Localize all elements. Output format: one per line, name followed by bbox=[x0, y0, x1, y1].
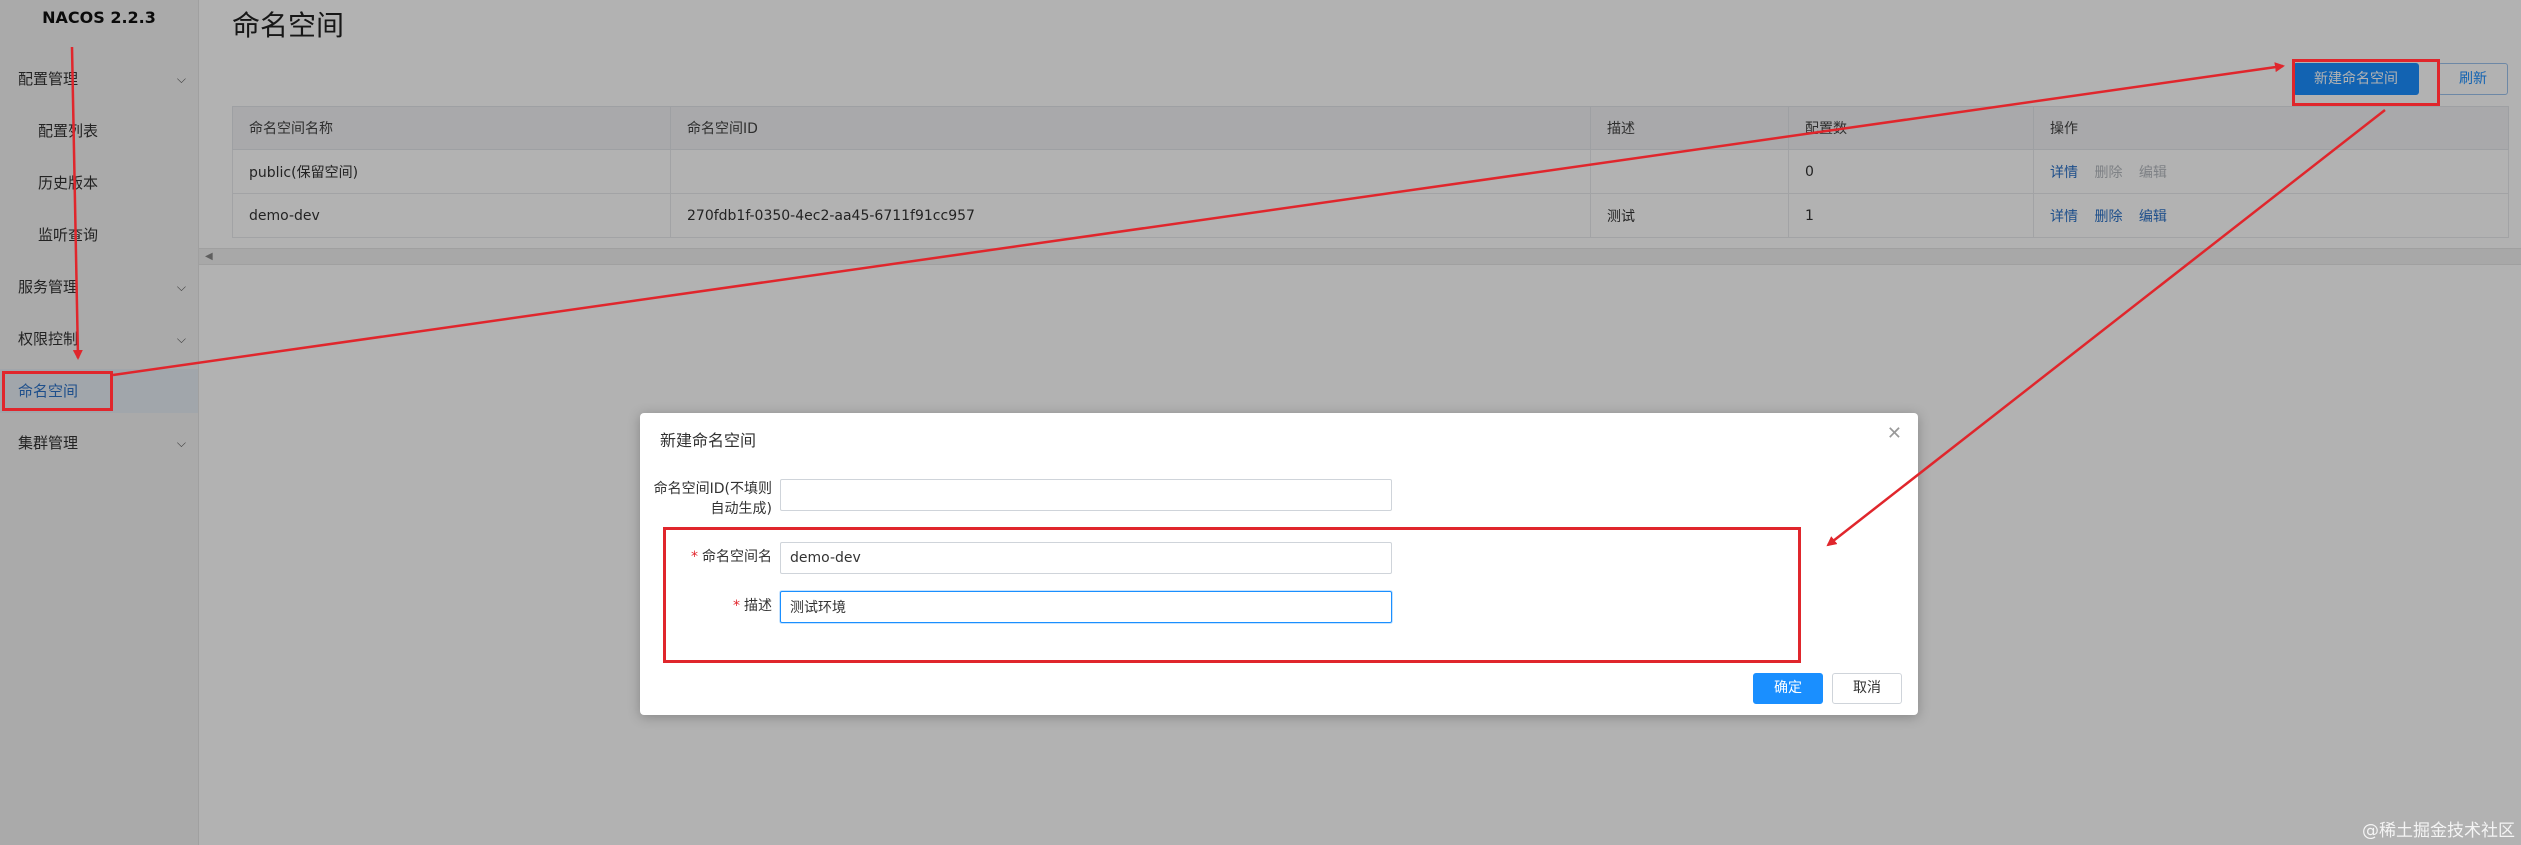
watermark: @稀土掘金技术社区 bbox=[2362, 821, 2515, 841]
cancel-button[interactable]: 取消 bbox=[1832, 673, 1902, 704]
dialog-title: 新建命名空间 bbox=[660, 431, 757, 450]
annotation-box-form-fields bbox=[663, 527, 1801, 663]
namespace-id-label: 命名空间ID(不填则自动生成) bbox=[653, 481, 772, 517]
annotation-box-create-button bbox=[2292, 59, 2440, 106]
annotation-box-namespace-menu bbox=[2, 371, 113, 411]
namespace-id-input[interactable] bbox=[780, 479, 1392, 511]
close-icon[interactable]: ✕ bbox=[1887, 423, 1902, 444]
confirm-button[interactable]: 确定 bbox=[1753, 673, 1823, 704]
